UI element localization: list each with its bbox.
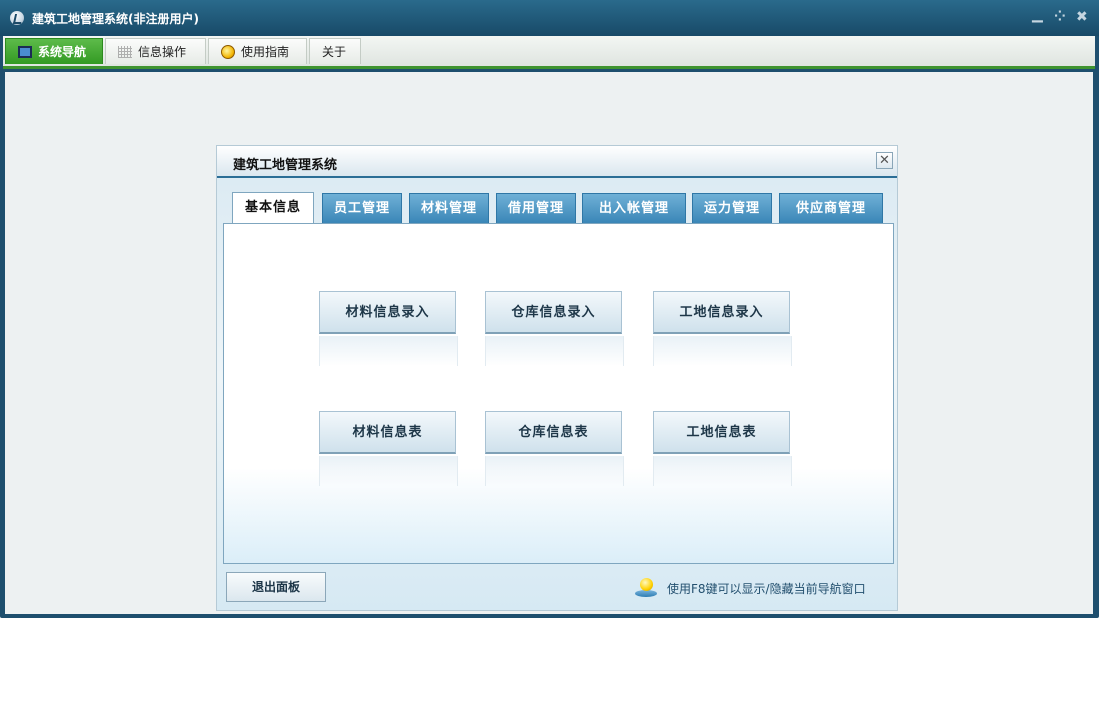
tab-staff-management[interactable]: 员工管理	[322, 193, 402, 223]
material-info-entry-button[interactable]: 材料信息录入	[319, 291, 458, 366]
tab-ledger-management[interactable]: 出入帐管理	[582, 193, 686, 223]
menu-tab-label: 信息操作	[138, 45, 187, 59]
grid-icon	[118, 46, 132, 58]
tab-borrow-management[interactable]: 借用管理	[496, 193, 576, 223]
menu-tab-about[interactable]: 关于	[309, 38, 361, 64]
menu-tab-label: 关于	[322, 45, 347, 59]
tab-transport-management[interactable]: 运力管理	[692, 193, 772, 223]
lightbulb-icon	[221, 45, 235, 59]
tab-basic-info[interactable]: 基本信息	[232, 192, 314, 224]
menu-tab-info-ops[interactable]: 信息操作	[105, 38, 206, 64]
menu-bar: 系统导航 信息操作 使用指南 关于	[3, 36, 1095, 69]
application-window: 建筑工地管理系统(非注册用户) ▁ ⁘ ✖ 系统导航 信息操作 使用指南 关于 …	[0, 0, 1099, 618]
warehouse-info-entry-button[interactable]: 仓库信息录入	[485, 291, 624, 366]
site-info-entry-button[interactable]: 工地信息录入	[653, 291, 792, 366]
monitor-icon	[18, 46, 32, 58]
menu-tab-guide[interactable]: 使用指南	[208, 38, 307, 64]
close-icon[interactable]: ✖	[1076, 9, 1088, 25]
dialog-close-icon[interactable]: ✕	[876, 152, 893, 169]
tab-material-management[interactable]: 材料管理	[409, 193, 489, 223]
hint-text: 使用F8键可以显示/隐藏当前导航窗口	[667, 582, 866, 596]
warehouse-info-table-button[interactable]: 仓库信息表	[485, 411, 624, 486]
tab-panel-basic-info: 材料信息录入 仓库信息录入 工地信息录入 材料信息表 仓库信息表 工地信息表	[223, 223, 894, 564]
title-bar[interactable]: 建筑工地管理系统(非注册用户) ▁ ⁘ ✖	[0, 0, 1099, 36]
material-info-table-button[interactable]: 材料信息表	[319, 411, 458, 486]
minimize-icon[interactable]: ▁	[1032, 7, 1043, 23]
restore-icon[interactable]: ⁘	[1054, 9, 1066, 25]
menu-tab-label: 使用指南	[241, 45, 290, 59]
exit-panel-button[interactable]: 退出面板	[226, 572, 326, 602]
navigation-dialog: 建筑工地管理系统 ✕ 基本信息 员工管理 材料管理 借用管理 出入帐管理 运力管…	[216, 145, 898, 611]
lightbulb-icon	[635, 578, 657, 598]
dialog-title: 建筑工地管理系统	[233, 158, 338, 173]
client-area: 建筑工地管理系统 ✕ 基本信息 员工管理 材料管理 借用管理 出入帐管理 运力管…	[5, 72, 1093, 614]
app-logo-icon	[10, 11, 24, 25]
menu-tab-system-nav[interactable]: 系统导航	[5, 38, 103, 64]
window-title: 建筑工地管理系统(非注册用户)	[32, 12, 199, 26]
dialog-header[interactable]: 建筑工地管理系统 ✕	[217, 146, 897, 178]
menu-tab-label: 系统导航	[38, 45, 87, 59]
site-info-table-button[interactable]: 工地信息表	[653, 411, 792, 486]
tab-supplier-management[interactable]: 供应商管理	[779, 193, 883, 223]
